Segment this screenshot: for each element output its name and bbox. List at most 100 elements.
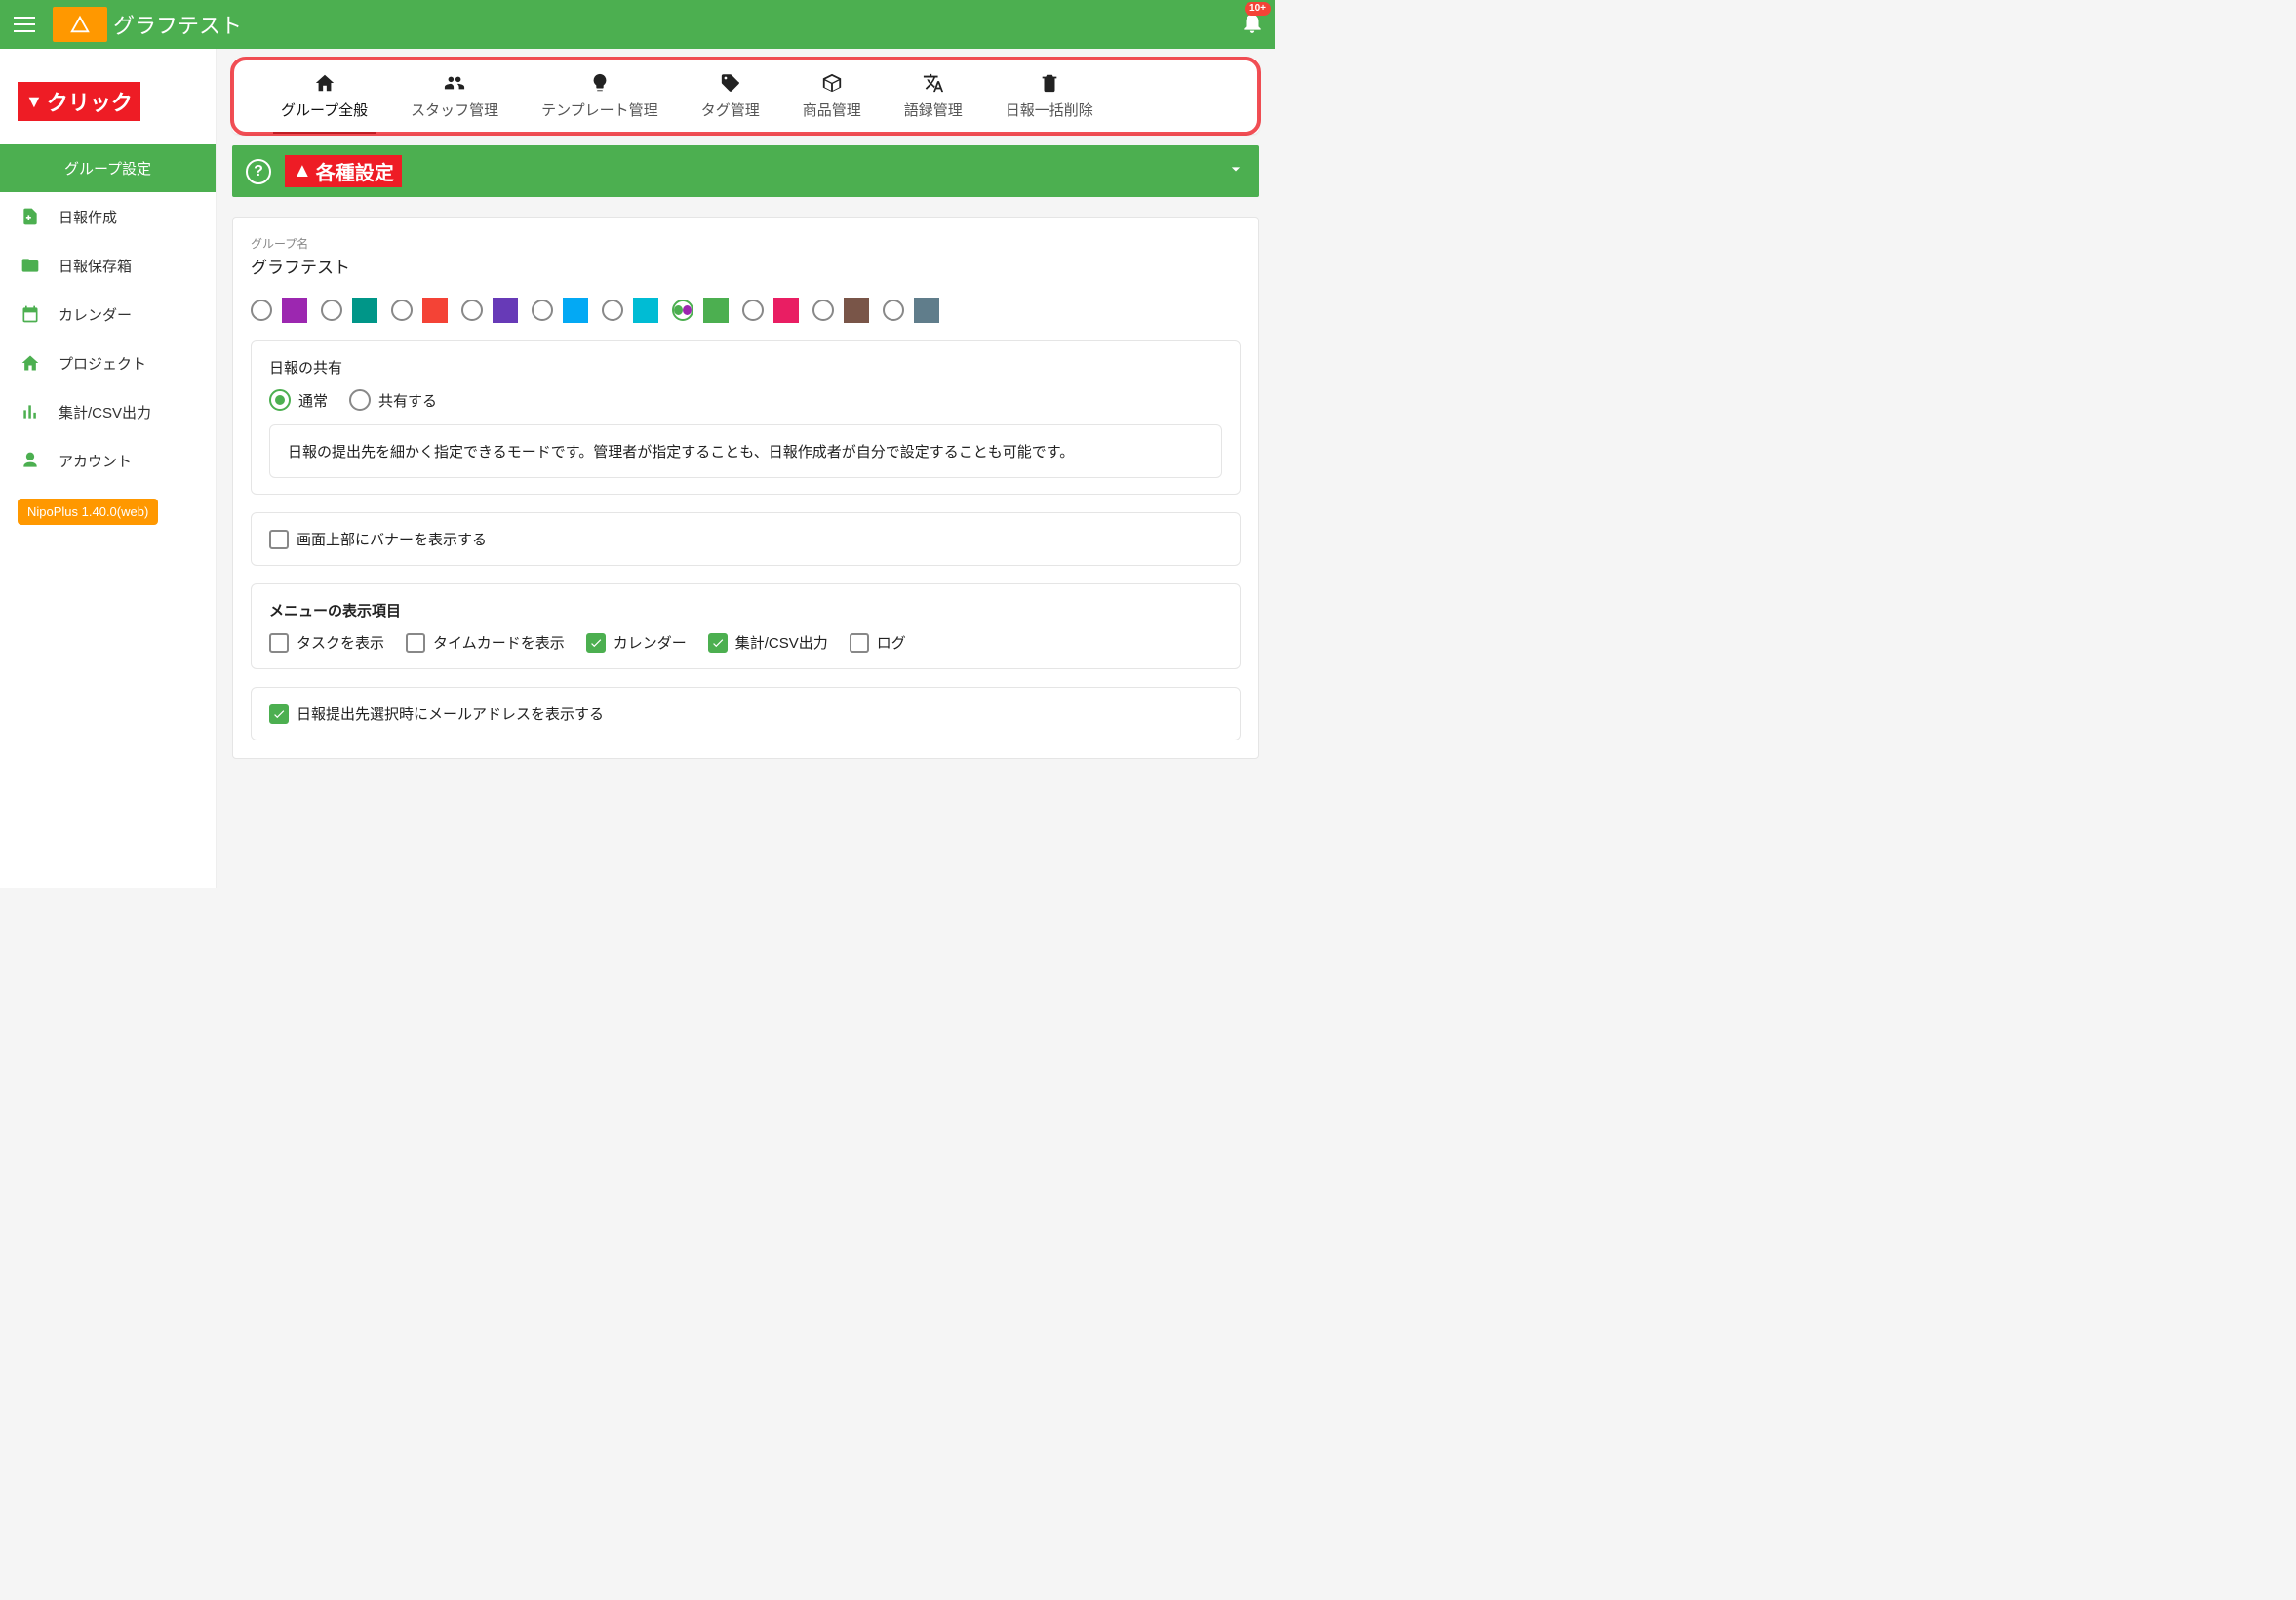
chevron-down-icon[interactable] (1226, 159, 1246, 184)
menu-option-label: 集計/CSV出力 (735, 632, 828, 653)
share-radio[interactable]: 通常 (269, 389, 328, 411)
tab-label: テンプレート管理 (541, 102, 658, 119)
radio-label: 共有する (378, 390, 437, 411)
menu-option[interactable]: 集計/CSV出力 (708, 632, 828, 653)
checkbox-icon (708, 633, 728, 653)
menu-option[interactable]: タスクを表示 (269, 632, 384, 653)
sidebar-item-label: グループ設定 (20, 158, 196, 179)
content: グループ全般スタッフ管理 テンプレート管理 タグ管理 商品管理 語録管理日報一括削除 ?… (217, 49, 1275, 888)
tab[interactable]: スタッフ管理 (389, 59, 520, 134)
color-option[interactable] (672, 298, 729, 323)
group-name-value[interactable]: グラフテスト (251, 254, 1241, 278)
email-checkbox-label: 日報提出先選択時にメールアドレスを表示する (297, 703, 604, 724)
tab-label: 商品管理 (803, 102, 861, 119)
annotation-click: ▼クリック (18, 82, 216, 121)
color-option[interactable] (883, 298, 939, 323)
file-plus-icon (20, 206, 41, 227)
banner-checkbox[interactable]: 画面上部にバナーを表示する (269, 529, 487, 549)
color-swatches (251, 298, 1241, 323)
radio-icon (602, 300, 623, 321)
menu-option-label: カレンダー (614, 632, 687, 653)
sidebar-item[interactable]: アカウント (0, 436, 216, 485)
radio-icon (883, 300, 904, 321)
color-option[interactable] (602, 298, 658, 323)
radio-icon (321, 300, 342, 321)
sidebar-item[interactable]: 集計/CSV出力 (0, 387, 216, 436)
menu-option[interactable]: タイムカードを表示 (406, 632, 565, 653)
banner-checkbox-label: 画面上部にバナーを表示する (297, 529, 487, 549)
tabs-container: グループ全般スタッフ管理 テンプレート管理 タグ管理 商品管理 語録管理日報一括削除 (232, 59, 1259, 134)
color-swatch (844, 298, 869, 323)
home-icon (20, 352, 41, 374)
menu-items-title: メニューの表示項目 (269, 600, 1222, 620)
radio-icon (812, 300, 834, 321)
menu-option-label: タイムカードを表示 (433, 632, 565, 653)
checkbox-icon (586, 633, 606, 653)
app-logo (53, 7, 107, 42)
tab-label: 日報一括削除 (1006, 102, 1093, 119)
sidebar-item-label: カレンダー (59, 304, 132, 325)
home-icon (314, 72, 336, 94)
help-icon[interactable]: ? (246, 159, 271, 184)
section-header[interactable]: ? ▲各種設定 (232, 145, 1259, 197)
sidebar-item[interactable]: グループ設定 (0, 144, 216, 192)
sidebar-item-label: 日報保存箱 (59, 256, 132, 276)
radio-icon (391, 300, 413, 321)
share-title: 日報の共有 (269, 357, 1222, 378)
color-swatch (703, 298, 729, 323)
menu-option[interactable]: ログ (850, 632, 906, 653)
radio-icon (742, 300, 764, 321)
people-icon (444, 72, 465, 94)
sidebar-item-label: 日報作成 (59, 207, 117, 227)
color-option[interactable] (251, 298, 307, 323)
group-name-label: グループ名 (251, 235, 1241, 252)
tab[interactable]: グループ全般 (259, 59, 389, 134)
checkbox-icon (406, 633, 425, 653)
radio-icon (461, 300, 483, 321)
tab[interactable]: 商品管理 (781, 59, 883, 134)
sidebar-item[interactable]: 日報保存箱 (0, 241, 216, 290)
sidebar-item-label: プロジェクト (59, 353, 146, 374)
color-swatch (422, 298, 448, 323)
share-radio[interactable]: 共有する (349, 389, 437, 411)
menu-option-label: タスクを表示 (297, 632, 384, 653)
sidebar: ▼クリック グループ設定日報作成日報保存箱カレンダープロジェクト集計/CSV出力… (0, 49, 217, 888)
tab[interactable]: 日報一括削除 (984, 59, 1115, 134)
checkbox-icon (850, 633, 869, 653)
color-swatch (633, 298, 658, 323)
sidebar-item[interactable]: プロジェクト (0, 339, 216, 387)
tab-label: タグ管理 (701, 102, 760, 119)
version-chip[interactable]: NipoPlus 1.40.0(web) (18, 499, 158, 525)
notifications-button[interactable]: 10+ (1240, 10, 1265, 40)
color-option[interactable] (812, 298, 869, 323)
menu-items-panel: メニューの表示項目 タスクを表示 タイムカードを表示 カレンダー 集計/CSV出力 ログ (251, 583, 1241, 669)
folder-icon (20, 255, 41, 276)
color-option[interactable] (321, 298, 377, 323)
color-swatch (773, 298, 799, 323)
color-option[interactable] (461, 298, 518, 323)
banner-panel: 画面上部にバナーを表示する (251, 512, 1241, 566)
color-option[interactable] (532, 298, 588, 323)
color-swatch (563, 298, 588, 323)
color-option[interactable] (391, 298, 448, 323)
color-option[interactable] (742, 298, 799, 323)
email-checkbox[interactable]: 日報提出先選択時にメールアドレスを表示する (269, 703, 604, 724)
app-title: グラフテスト (113, 9, 242, 40)
top-bar: グラフテスト 10+ (0, 0, 1275, 49)
tag-icon (720, 72, 741, 94)
sidebar-item[interactable]: 日報作成 (0, 192, 216, 241)
color-swatch (352, 298, 377, 323)
menu-option[interactable]: カレンダー (586, 632, 687, 653)
tab[interactable]: タグ管理 (680, 59, 781, 134)
tab[interactable]: 語録管理 (883, 59, 984, 134)
menu-option-label: ログ (877, 632, 906, 653)
tab-label: スタッフ管理 (411, 102, 498, 119)
bulb-icon (589, 72, 611, 94)
annotation-section-tag: ▲各種設定 (285, 155, 402, 187)
hamburger-icon[interactable] (10, 10, 39, 39)
share-description: 日報の提出先を細かく指定できるモードです。管理者が指定することも、日報作成者が自… (269, 424, 1222, 478)
tab[interactable]: テンプレート管理 (520, 59, 680, 134)
sidebar-item[interactable]: カレンダー (0, 290, 216, 339)
box-icon (821, 72, 843, 94)
radio-icon (349, 389, 371, 411)
